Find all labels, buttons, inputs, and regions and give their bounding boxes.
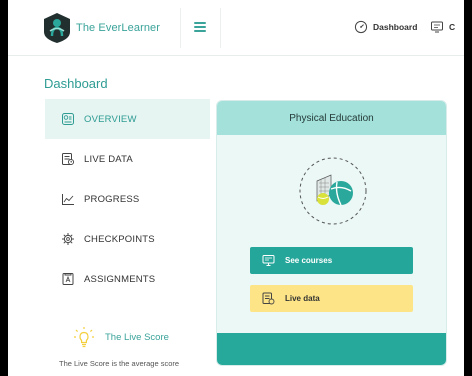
sidebar-item-label: ASSIGNMENTS bbox=[84, 273, 156, 285]
sidebar-item-progress[interactable]: PROGRESS bbox=[45, 179, 210, 219]
live-score-title: The Live Score bbox=[105, 331, 169, 343]
progress-chart-icon bbox=[62, 194, 74, 205]
gear-icon bbox=[62, 233, 74, 245]
sidebar-item-label: LIVE DATA bbox=[84, 153, 133, 165]
brand-name[interactable]: The EverLearner bbox=[76, 22, 160, 34]
header-divider bbox=[220, 8, 221, 48]
sidebar-item-overview[interactable]: OVERVIEW bbox=[45, 99, 210, 139]
live-data-icon bbox=[62, 153, 75, 166]
live-score-header: The Live Score bbox=[45, 322, 210, 352]
live-data-label: Live data bbox=[285, 294, 320, 303]
live-data-button[interactable]: Live data bbox=[250, 285, 413, 312]
dashboard-gauge-icon bbox=[354, 20, 368, 34]
dashboard-link-label: Dashboard bbox=[373, 22, 418, 32]
overview-icon bbox=[62, 113, 74, 125]
see-courses-label: See courses bbox=[285, 256, 333, 265]
lightbulb-icon bbox=[74, 327, 94, 348]
screen-icon bbox=[431, 21, 443, 33]
course-card: Physical Education See courses Live data bbox=[216, 100, 447, 366]
sidebar-item-label: CHECKPOINTS bbox=[84, 233, 155, 245]
sidebar-item-live-data[interactable]: LIVE DATA bbox=[45, 139, 210, 179]
live-data-icon bbox=[262, 292, 275, 305]
sports-balls-icon bbox=[299, 157, 367, 225]
sidebar-item-assignments[interactable]: ASSIGNMENTS bbox=[45, 259, 210, 299]
dashboard-link[interactable]: Dashboard bbox=[354, 20, 417, 34]
course-card-footer bbox=[217, 333, 446, 365]
everlearner-logo-icon[interactable] bbox=[42, 12, 72, 44]
top-header: The EverLearner Dashboard C bbox=[8, 0, 464, 56]
page-title: Dashboard bbox=[44, 76, 108, 91]
header-divider bbox=[180, 8, 181, 48]
app-frame: The EverLearner Dashboard C Dashboard OV… bbox=[8, 0, 464, 376]
course-card-body: See courses Live data bbox=[217, 135, 446, 335]
sidebar-item-label: PROGRESS bbox=[84, 193, 140, 205]
see-courses-button[interactable]: See courses bbox=[250, 247, 413, 274]
sidebar-item-label: OVERVIEW bbox=[84, 113, 137, 125]
live-score-panel: The Live Score The Live Score is the ave… bbox=[45, 322, 210, 370]
sidebar-item-checkpoints[interactable]: CHECKPOINTS bbox=[45, 219, 210, 259]
monitor-icon bbox=[262, 255, 275, 266]
sidebar-nav: OVERVIEW LIVE DATA PROGRESS CHECKPOINTS … bbox=[45, 99, 210, 299]
menu-toggle-icon[interactable] bbox=[194, 22, 206, 32]
cut-off-link-label: C bbox=[449, 22, 456, 32]
course-card-title: Physical Education bbox=[217, 101, 446, 135]
live-score-description: The Live Score is the average score bbox=[59, 359, 180, 368]
assignment-icon bbox=[62, 273, 74, 285]
cut-off-link[interactable]: C bbox=[430, 20, 455, 34]
